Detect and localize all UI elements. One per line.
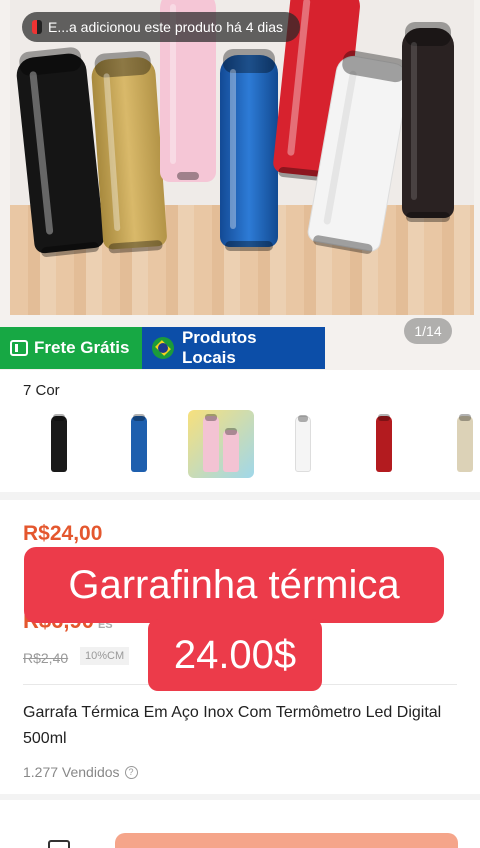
shipping-icon bbox=[10, 340, 28, 356]
local-products-label: Produtos Locais bbox=[181, 328, 257, 367]
help-icon[interactable]: ? bbox=[124, 765, 138, 779]
product-title: Garrafa Térmica Em Aço Inox Com Termômet… bbox=[23, 704, 442, 747]
color-swatch-pink[interactable] bbox=[188, 410, 254, 478]
sold-count: 1.277 Vendidos ? bbox=[23, 764, 138, 780]
user-avatar-icon bbox=[32, 20, 42, 34]
local-products-tag[interactable]: Produtos Locais bbox=[142, 327, 325, 369]
toast-text: E...a adicionou este produto há 4 dias bbox=[48, 19, 284, 35]
product-page: E...a adicionou este produto há 4 dias 1… bbox=[0, 0, 480, 848]
buy-button[interactable] bbox=[115, 833, 458, 848]
color-swatch-red[interactable] bbox=[351, 410, 417, 478]
free-shipping-tag[interactable]: Frete Grátis bbox=[0, 327, 142, 369]
bottle-thumbnail bbox=[295, 415, 311, 472]
bottom-action-bar bbox=[0, 800, 480, 848]
bottle-thumbnail bbox=[131, 414, 147, 472]
color-variant-section: 7 Cor bbox=[0, 370, 480, 492]
product-photo-bottle bbox=[402, 22, 454, 222]
shop-icon[interactable] bbox=[48, 840, 70, 848]
color-swatch-black[interactable] bbox=[26, 410, 92, 478]
color-swatch-white[interactable] bbox=[270, 410, 336, 478]
product-photo-bottle bbox=[220, 49, 278, 251]
brazil-flag-icon bbox=[152, 337, 174, 359]
original-price: R$2,40 bbox=[23, 650, 69, 666]
promo-tags: Frete Grátis Produtos Locais bbox=[0, 327, 325, 369]
color-swatch-gold[interactable] bbox=[432, 410, 480, 478]
bottle-thumbnail bbox=[457, 414, 473, 472]
bottle-thumbnail bbox=[51, 414, 67, 472]
color-count-label: 7 Cor bbox=[23, 382, 60, 399]
image-pager-indicator: 1/14 bbox=[404, 318, 452, 344]
product-image-carousel[interactable]: E...a adicionou este produto há 4 dias 1… bbox=[0, 0, 480, 370]
free-shipping-label: Frete Grátis bbox=[34, 338, 130, 357]
bottle-thumbnail bbox=[203, 414, 219, 472]
product-photo-bottle bbox=[90, 50, 168, 254]
social-proof-toast: E...a adicionou este produto há 4 dias bbox=[22, 12, 300, 42]
discount-badge: 10%CM bbox=[80, 647, 130, 665]
caption-overlay-price: 24.00$ bbox=[148, 619, 322, 691]
product-price: R$24,00 bbox=[23, 522, 103, 545]
caption-overlay-title: Garrafinha térmica bbox=[24, 547, 444, 623]
color-swatch-blue[interactable] bbox=[106, 410, 172, 478]
bottle-thumbnail bbox=[223, 428, 239, 472]
sold-count-text: 1.277 Vendidos bbox=[23, 764, 120, 780]
bottle-thumbnail bbox=[376, 414, 392, 472]
